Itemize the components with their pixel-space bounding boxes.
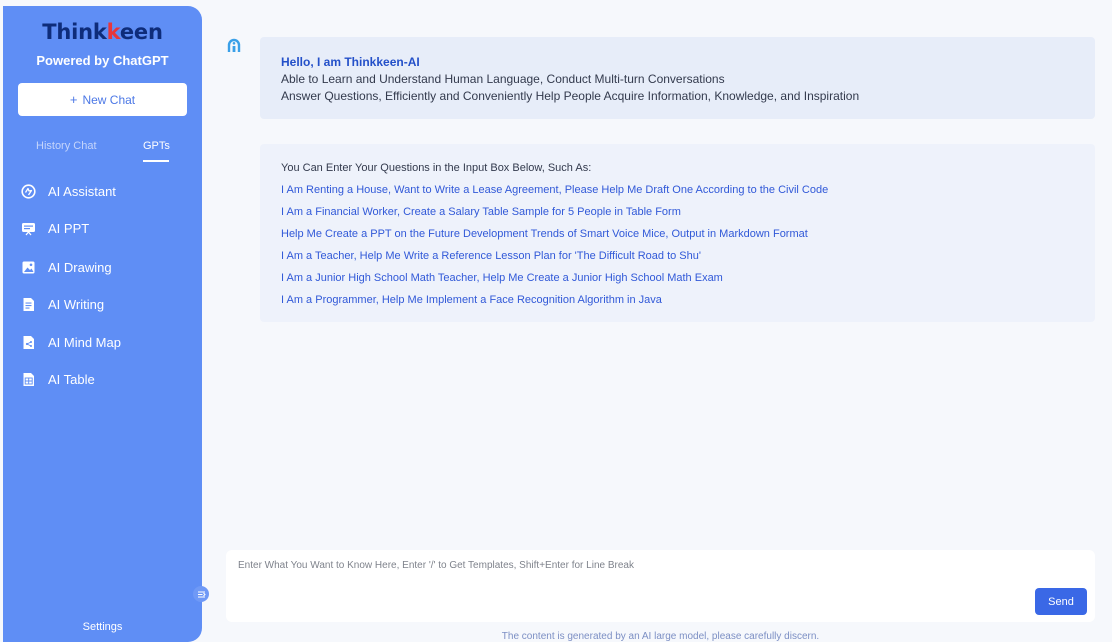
sidebar-item-ai-writing[interactable]: AI Writing — [3, 291, 202, 317]
new-chat-button[interactable]: + New Chat — [18, 83, 187, 116]
sidebar-item-label: AI Table — [48, 371, 95, 387]
sidebar-tabs: History Chat GPTs — [3, 140, 202, 170]
assistant-icon — [21, 183, 36, 199]
collapse-icon — [197, 591, 206, 597]
tab-gpts-label: GPTs — [143, 140, 170, 152]
logo: Thinkkeen — [3, 20, 202, 44]
logo-suffix: een — [119, 20, 163, 44]
sidebar-item-label: AI Drawing — [48, 259, 112, 275]
collapse-sidebar-button[interactable] — [193, 586, 209, 602]
logo-accent: k — [106, 20, 120, 44]
send-button[interactable]: Send — [1035, 588, 1087, 615]
chat-input[interactable] — [238, 560, 1028, 610]
tagline: Powered by ChatGPT — [36, 53, 169, 68]
sidebar-item-label: AI Writing — [48, 296, 105, 312]
sidebar-item-ai-ppt[interactable]: AI PPT — [3, 215, 202, 241]
settings-link[interactable]: Settings — [3, 621, 202, 633]
example-prompts: You Can Enter Your Questions in the Inpu… — [260, 144, 1095, 322]
example-prompt-link[interactable]: I Am a Financial Worker, Create a Salary… — [281, 205, 1074, 220]
logo-prefix: Think — [42, 20, 107, 44]
table-icon — [21, 372, 36, 387]
tab-history-chat[interactable]: History Chat — [36, 140, 97, 152]
sidebar-item-label: AI Mind Map — [48, 334, 121, 350]
sidebar: Thinkkeen Powered by ChatGPT + New Chat … — [3, 6, 202, 642]
brand: Thinkkeen Powered by ChatGPT — [3, 20, 202, 68]
sidebar-item-ai-drawing[interactable]: AI Drawing — [3, 254, 202, 280]
examples-intro: You Can Enter Your Questions in the Inpu… — [281, 162, 592, 174]
mind-map-icon — [21, 335, 36, 350]
ai-disclaimer: The content is generated by an AI large … — [501, 631, 820, 642]
image-icon — [21, 260, 36, 275]
welcome-line: Answer Questions, Efficiently and Conven… — [281, 89, 860, 103]
example-prompt-link[interactable]: I Am a Teacher, Help Me Write a Referenc… — [281, 249, 1074, 264]
sidebar-item-label: AI Assistant — [48, 183, 116, 199]
welcome-title: Hello, I am Thinkkeen-AI — [281, 55, 420, 69]
sidebar-item-label: AI PPT — [48, 220, 90, 236]
document-icon — [21, 297, 36, 312]
active-tab-indicator — [143, 160, 169, 162]
bot-avatar-icon — [226, 38, 242, 54]
welcome-message: Hello, I am Thinkkeen-AI Able to Learn a… — [260, 37, 1095, 119]
presentation-icon — [21, 221, 36, 236]
sidebar-item-ai-assistant[interactable]: AI Assistant — [3, 178, 202, 204]
new-chat-label: New Chat — [82, 92, 136, 107]
sidebar-item-ai-table[interactable]: AI Table — [3, 366, 202, 392]
sidebar-item-ai-mind-map[interactable]: AI Mind Map — [3, 329, 202, 355]
app-window: Thinkkeen Powered by ChatGPT + New Chat … — [0, 0, 1112, 642]
example-prompt-link[interactable]: I Am a Programmer, Help Me Implement a F… — [281, 293, 1074, 308]
example-prompt-link[interactable]: I Am Renting a House, Want to Write a Le… — [281, 183, 1074, 198]
plus-icon: + — [69, 92, 78, 107]
tab-gpts[interactable]: GPTs — [143, 140, 170, 162]
welcome-line: Able to Learn and Understand Human Langu… — [281, 72, 725, 86]
example-prompt-link[interactable]: I Am a Junior High School Math Teacher, … — [281, 271, 1074, 286]
chat-input-box: Send — [226, 550, 1095, 622]
example-prompt-link[interactable]: Help Me Create a PPT on the Future Devel… — [281, 227, 1074, 242]
